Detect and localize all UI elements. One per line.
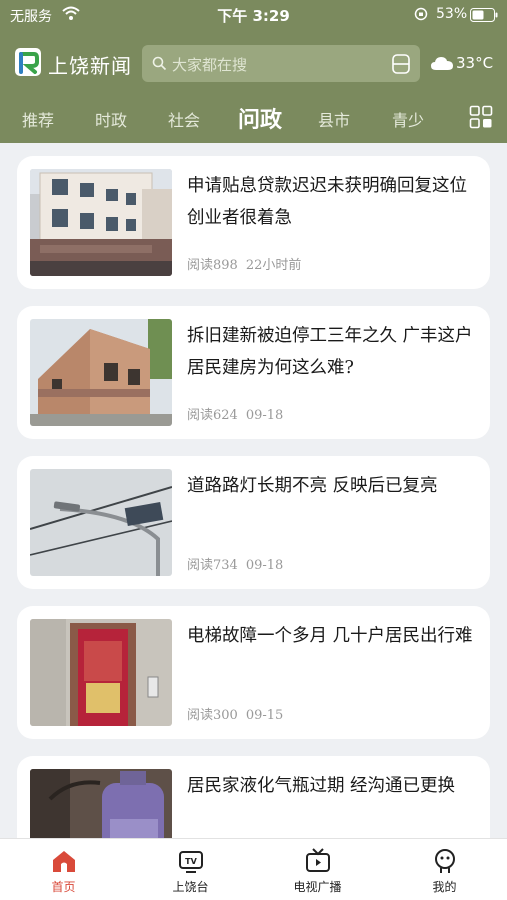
read-count: 阅读300 xyxy=(187,708,238,723)
article-title[interactable]: 拆旧建新被迫停工三年之久 广丰这户居民建房为何这么难? xyxy=(187,320,477,384)
battery-icon xyxy=(470,8,498,22)
nav-shangrao-tv[interactable]: TV 上饶台 xyxy=(127,839,254,900)
category-grid-icon[interactable] xyxy=(469,105,493,129)
article-card[interactable]: 电梯故障一个多月 几十户居民出行难 阅读300 09-15 xyxy=(17,606,490,739)
gas-cylinder-photo xyxy=(30,769,172,838)
read-count: 阅读624 xyxy=(187,408,238,423)
svg-text:TV: TV xyxy=(185,857,197,866)
rotation-lock-icon xyxy=(414,7,428,21)
cloud-icon xyxy=(431,57,453,70)
publish-time: 09-18 xyxy=(245,408,284,423)
search-input[interactable]: 大家都在搜 xyxy=(142,45,420,82)
profile-icon xyxy=(434,849,455,873)
streetlight-photo xyxy=(30,469,172,576)
scan-icon[interactable] xyxy=(392,54,410,74)
building-photo xyxy=(30,169,172,276)
nav-broadcast[interactable]: 电视广播 xyxy=(254,839,381,900)
article-meta: 阅读898 22小时前 xyxy=(187,254,301,273)
tab-counties[interactable]: 县市 xyxy=(318,107,350,131)
news-feed: 申请贴息贷款迟迟未获明确回复这位创业者很着急 阅读898 22小时前 拆旧建新被迫… xyxy=(0,143,507,838)
nav-shangrao-tv-label: 上饶台 xyxy=(172,880,209,894)
publish-time: 22小时前 xyxy=(245,258,302,273)
app-logo-icon xyxy=(15,48,41,76)
tab-youth[interactable]: 青少 xyxy=(392,107,424,131)
home-icon xyxy=(52,851,75,872)
broadcast-icon xyxy=(305,848,330,872)
category-tabs: 推荐 时政 社会 问政 县市 青少 xyxy=(0,100,507,136)
nav-profile-label: 我的 xyxy=(432,880,457,894)
header: 无服务 下午 3:29 53% 上饶新闻 大家都在搜 33°C 推荐 时政 社会… xyxy=(0,0,507,143)
elevator-photo xyxy=(30,619,172,726)
construction-photo xyxy=(30,319,172,426)
read-count: 阅读898 xyxy=(187,258,238,273)
tab-inquiry[interactable]: 问政 xyxy=(238,102,282,134)
tab-society[interactable]: 社会 xyxy=(168,107,200,131)
article-card[interactable]: 道路路灯长期不亮 反映后已复亮 阅读734 09-18 xyxy=(17,456,490,589)
article-title[interactable]: 申请贴息贷款迟迟未获明确回复这位创业者很着急 xyxy=(187,170,477,234)
search-placeholder: 大家都在搜 xyxy=(172,56,248,74)
article-card[interactable]: 居民家液化气瓶过期 经沟通已更换 xyxy=(17,756,490,838)
read-count: 阅读734 xyxy=(187,558,238,573)
article-title[interactable]: 道路路灯长期不亮 反映后已复亮 xyxy=(187,470,477,502)
nav-home[interactable]: 首页 xyxy=(0,839,127,900)
status-time: 下午 3:29 xyxy=(217,7,290,25)
nav-broadcast-label: 电视广播 xyxy=(293,880,342,894)
battery-percent: 53% xyxy=(436,6,468,22)
tab-politics[interactable]: 时政 xyxy=(95,107,127,131)
article-card[interactable]: 拆旧建新被迫停工三年之久 广丰这户居民建房为何这么难? 阅读624 09-18 xyxy=(17,306,490,439)
article-meta: 阅读734 09-18 xyxy=(187,554,283,573)
app-bar: 上饶新闻 大家都在搜 33°C xyxy=(0,42,507,86)
article-title[interactable]: 电梯故障一个多月 几十户居民出行难 xyxy=(187,620,477,652)
publish-time: 09-18 xyxy=(245,558,284,573)
article-meta: 阅读624 09-18 xyxy=(187,404,283,423)
article-card[interactable]: 申请贴息贷款迟迟未获明确回复这位创业者很着急 阅读898 22小时前 xyxy=(17,156,490,289)
bottom-nav: 首页 TV 上饶台 电视广播 我的 xyxy=(0,838,507,900)
nav-profile[interactable]: 我的 xyxy=(381,839,507,900)
nav-home-label: 首页 xyxy=(51,880,76,894)
temperature-label: 33°C xyxy=(456,54,494,72)
tab-recommend[interactable]: 推荐 xyxy=(22,107,54,131)
status-bar: 无服务 下午 3:29 53% xyxy=(0,0,507,30)
app-title: 上饶新闻 xyxy=(48,54,132,78)
article-meta: 阅读300 09-15 xyxy=(187,704,283,723)
publish-time: 09-15 xyxy=(245,708,284,723)
tv-icon: TV xyxy=(178,851,203,873)
article-title[interactable]: 居民家液化气瓶过期 经沟通已更换 xyxy=(187,770,477,802)
search-icon xyxy=(152,56,167,71)
